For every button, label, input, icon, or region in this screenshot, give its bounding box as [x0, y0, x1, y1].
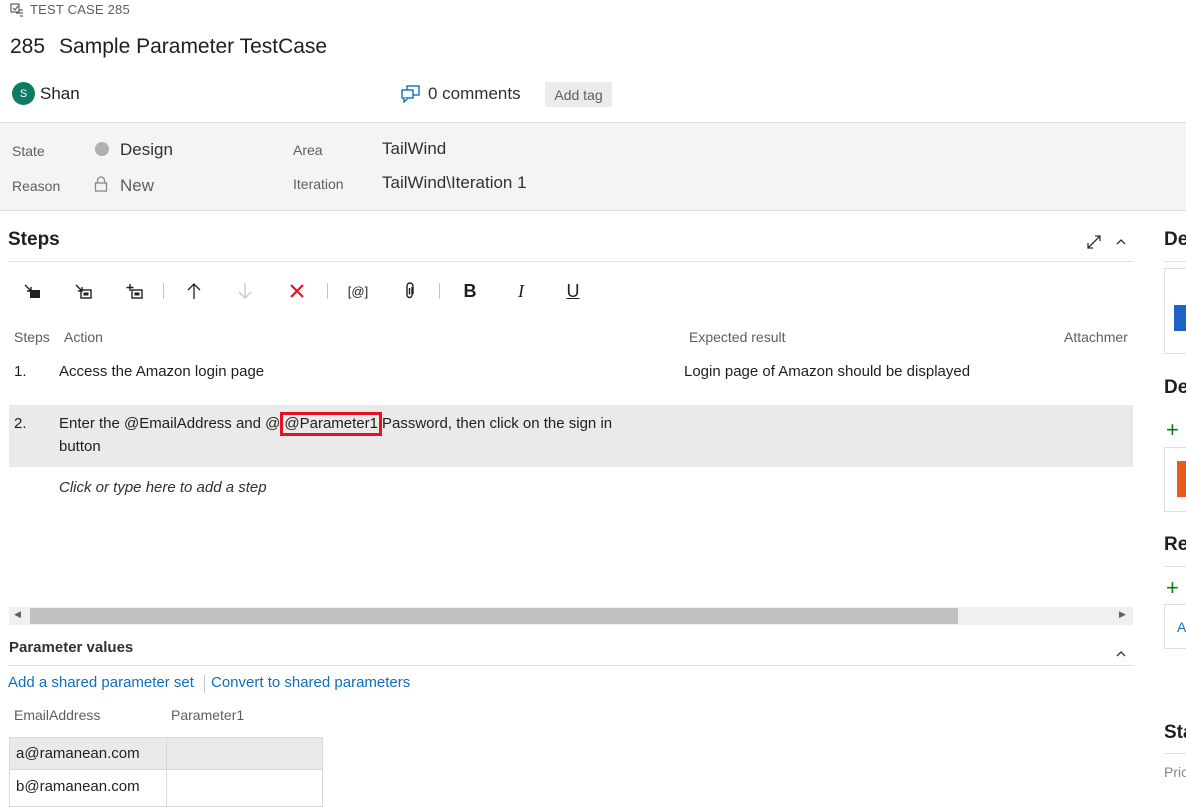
comments-icon [401, 85, 420, 103]
move-down-button[interactable] [232, 278, 258, 304]
step-action-text: Enter the @EmailAddress and @ [59, 415, 281, 432]
avatar: S [12, 82, 35, 105]
divider [8, 665, 1134, 666]
italic-button[interactable]: I [508, 278, 534, 304]
iteration-field[interactable]: TailWind\Iteration 1 [382, 173, 527, 193]
page-title[interactable]: 285 Sample Parameter TestCase [10, 35, 327, 59]
add-icon[interactable]: + [1166, 417, 1179, 443]
arrow-down-icon [238, 283, 252, 299]
parameter-column-header: EmailAddress [14, 707, 101, 723]
attachment-button[interactable] [397, 278, 423, 304]
toolbar-separator [327, 283, 328, 299]
add-link-icon[interactable]: + [1166, 575, 1179, 601]
related-work-link[interactable]: A [1177, 619, 1186, 635]
assignee-name: Shan [40, 83, 80, 103]
insert-step-button[interactable] [19, 278, 45, 304]
state-indicator [95, 142, 109, 156]
insert-parameter-button[interactable]: [@] [344, 278, 372, 304]
underline-button[interactable]: U [560, 278, 586, 304]
right-panel-section-heading: Re [1164, 534, 1186, 555]
insert-shared-steps-button[interactable] [70, 278, 96, 304]
parameter-cell[interactable] [166, 769, 323, 807]
add-shared-parameter-set-link[interactable]: Add a shared parameter set [8, 674, 194, 691]
step-expected[interactable]: Login page of Amazon should be displayed [684, 363, 970, 380]
scrollbar-thumb[interactable] [30, 608, 958, 624]
step-number: 2. [14, 415, 27, 432]
right-panel-section-heading: De [1164, 377, 1186, 398]
link-separator [204, 675, 205, 693]
collapse-steps-icon[interactable] [1115, 237, 1127, 247]
area-field[interactable]: TailWind [382, 139, 446, 159]
convert-to-shared-parameters-link[interactable]: Convert to shared parameters [211, 674, 410, 691]
parameter-values-title: Parameter values [9, 639, 134, 656]
parameter-cell[interactable]: a@ramanean.com [9, 737, 167, 770]
parameter-cell[interactable] [166, 737, 323, 770]
paperclip-icon [406, 282, 414, 299]
right-panel-section-heading: Sta [1164, 722, 1186, 743]
toolbar-separator [163, 283, 164, 299]
deployment-icon [1174, 305, 1186, 331]
comments-link[interactable]: 0 comments [401, 84, 521, 104]
parameter-highlight: @Parameter1 [280, 412, 382, 436]
comments-count: 0 comments [428, 84, 521, 103]
work-item-type: TEST CASE 285 [10, 2, 130, 17]
add-step-placeholder[interactable]: Click or type here to add a step [59, 479, 267, 496]
insert-shared-steps-icon [75, 284, 92, 299]
maximize-icon[interactable] [1086, 234, 1102, 250]
scroll-left-icon[interactable]: ◀ [14, 609, 21, 620]
divider [8, 261, 1134, 262]
step-action-text: Password, then click on the sign in [382, 415, 613, 432]
collapse-parameters-icon[interactable] [1115, 649, 1127, 659]
divider [1164, 753, 1186, 754]
divider [1164, 566, 1186, 567]
create-shared-steps-button[interactable] [121, 278, 147, 304]
column-expected-result: Expected result [689, 329, 786, 345]
delete-step-button[interactable] [284, 278, 310, 304]
step-action[interactable]: Enter the @EmailAddress and @ @Parameter1… [59, 412, 612, 457]
state-label: State [12, 143, 45, 159]
work-item-id: 285 [10, 35, 46, 58]
scroll-right-icon[interactable]: ▶ [1119, 609, 1126, 620]
development-icon [1177, 461, 1186, 497]
work-item-type-label: TEST CASE 285 [30, 2, 130, 17]
step-number: 1. [14, 363, 27, 380]
move-up-button[interactable] [181, 278, 207, 304]
assignee[interactable]: S Shan [12, 82, 80, 105]
column-action: Action [64, 329, 103, 345]
parameter-cell[interactable]: b@ramanean.com [9, 769, 167, 807]
insert-step-icon [24, 284, 40, 298]
toolbar-separator [439, 283, 440, 299]
right-panel-section-heading: De [1164, 229, 1186, 250]
reason-value: New [120, 176, 155, 195]
details-band [0, 122, 1186, 211]
bold-button[interactable]: B [457, 278, 483, 304]
parameter-column-header: Parameter1 [171, 707, 245, 723]
area-label: Area [293, 142, 323, 158]
delete-icon [290, 284, 304, 298]
state-dropdown[interactable]: Design [120, 140, 173, 160]
add-tag-button[interactable]: Add tag [545, 82, 612, 107]
lock-icon [94, 176, 108, 192]
test-case-icon [10, 2, 23, 17]
reason-label: Reason [12, 178, 61, 194]
arrow-up-icon [187, 283, 201, 299]
iteration-label: Iteration [293, 176, 344, 192]
steps-section-title: Steps [8, 229, 60, 250]
step-action[interactable]: Access the Amazon login page [59, 363, 264, 380]
column-attachments: Attachmer [1064, 329, 1128, 345]
column-steps: Steps [14, 329, 50, 345]
priority-label: Pric [1164, 764, 1186, 780]
step-action-text: button [59, 438, 101, 455]
work-item-title[interactable]: Sample Parameter TestCase [59, 35, 327, 58]
divider [1164, 261, 1186, 262]
create-shared-steps-icon [126, 284, 143, 299]
